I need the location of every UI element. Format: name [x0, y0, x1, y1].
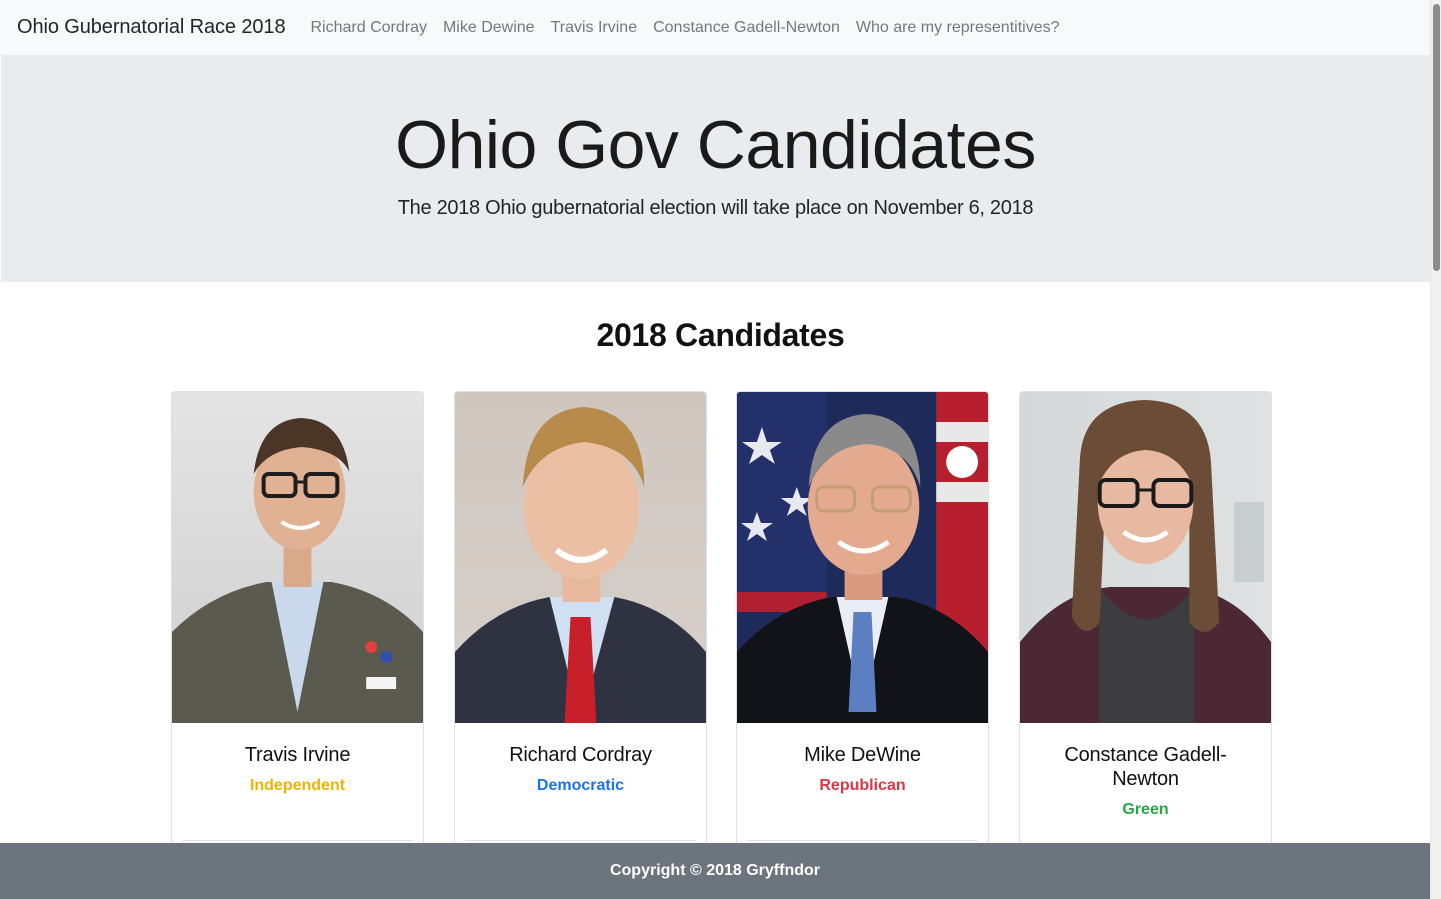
candidate-party: Independent [249, 777, 346, 794]
candidate-cards: Travis Irvine Independent Richard Cordra… [171, 391, 1272, 861]
candidate-party: Republican [819, 777, 906, 794]
nav-links: Richard Cordray Mike Dewine Travis Irvin… [302, 19, 1067, 37]
navbar: Ohio Gubernatorial Race 2018 Richard Cor… [0, 0, 1430, 55]
card-body: Mike DeWine Republican [737, 723, 988, 796]
candidate-party: Democratic [536, 777, 625, 794]
candidate-name: Travis Irvine [244, 744, 351, 766]
card-body: Travis Irvine Independent [172, 723, 423, 796]
candidate-party: Green [1122, 801, 1169, 818]
card-divider [747, 840, 978, 841]
candidate-name: Richard Cordray [509, 744, 652, 766]
page-lead: The 2018 Ohio gubernatorial election wil… [397, 197, 1034, 219]
candidate-card-richard-cordray[interactable]: Richard Cordray Democratic [454, 391, 707, 861]
candidate-name: Mike DeWine [804, 744, 921, 766]
page-title: Ohio Gov Candidates [395, 107, 1036, 183]
card-divider [465, 840, 696, 841]
nav-link-representatives[interactable]: Who are my representitives? [848, 19, 1068, 37]
candidate-photo [1020, 392, 1271, 723]
candidate-photo [455, 392, 706, 723]
scrollbar-thumb[interactable] [1433, 4, 1440, 271]
nav-link-constance-gadell-newton[interactable]: Constance Gadell-Newton [645, 19, 848, 37]
jumbotron: Ohio Gov Candidates The 2018 Ohio gubern… [1, 55, 1430, 282]
nav-link-mike-dewine[interactable]: Mike Dewine [435, 19, 543, 37]
card-divider [182, 840, 413, 841]
footer-copyright: Copyright © 2018 Gryffndor [609, 862, 821, 879]
candidate-photo [172, 392, 423, 723]
section-title: 2018 Candidates [596, 317, 845, 353]
nav-link-richard-cordray[interactable]: Richard Cordray [302, 19, 434, 37]
navbar-brand[interactable]: Ohio Gubernatorial Race 2018 [17, 16, 286, 39]
candidate-photo [737, 392, 988, 723]
candidate-card-mike-dewine[interactable]: Mike DeWine Republican [736, 391, 989, 861]
vertical-scrollbar[interactable] [1430, 0, 1441, 899]
nav-link-travis-irvine[interactable]: Travis Irvine [543, 19, 646, 37]
footer: Copyright © 2018 Gryffndor [0, 843, 1430, 899]
candidate-card-travis-irvine[interactable]: Travis Irvine Independent [171, 391, 424, 861]
candidate-name: Constance Gadell-Newton [1064, 744, 1227, 790]
card-body: Constance Gadell-Newton Green [1020, 723, 1271, 820]
card-body: Richard Cordray Democratic [455, 723, 706, 796]
candidate-card-constance-gadell-newton[interactable]: Constance Gadell-Newton Green [1019, 391, 1272, 861]
